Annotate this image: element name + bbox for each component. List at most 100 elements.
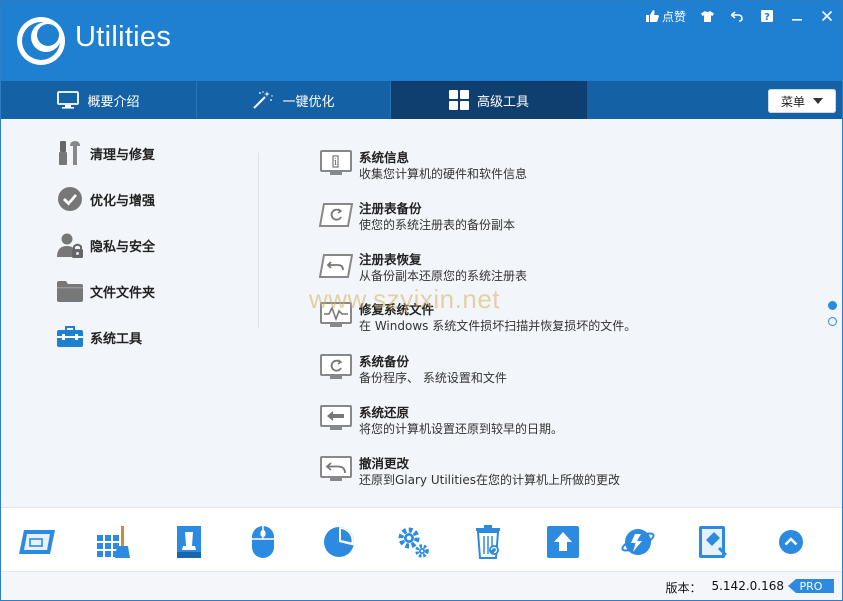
- version-label: 版本：: [665, 581, 702, 595]
- tab-overview-label: 概要介绍: [87, 94, 140, 110]
- tool-name: 注册表恢复: [359, 252, 422, 267]
- title-controls: 点赞 ?: [640, 1, 842, 31]
- back-button[interactable]: [722, 1, 752, 31]
- tab-one-click[interactable]: 一键优化: [197, 81, 391, 119]
- registry-cleaner-button[interactable]: [93, 522, 133, 562]
- planet-icon: [621, 529, 655, 555]
- category-clean-repair[interactable]: 清理与修复: [56, 138, 155, 168]
- menu-button[interactable]: 菜单: [768, 89, 836, 113]
- tool-description: 还原到Glary Utilities在您的计算机上所做的更改: [359, 473, 621, 487]
- magic-wand-icon: [253, 91, 274, 109]
- category-optimize[interactable]: 优化与增强: [56, 184, 155, 214]
- pie-chart-icon: [324, 527, 354, 557]
- gears-icon: [398, 527, 429, 558]
- tool-description: 在 Windows 系统文件损坏扫描并恢复损坏的文件。: [359, 319, 637, 333]
- version-info: 版本： 5.142.0.168: [665, 579, 784, 596]
- registry-restore-icon: [319, 254, 353, 278]
- tool-registry-backup[interactable]: 注册表备份 使您的系统注册表的备份副本: [319, 198, 799, 236]
- tool-description: 使您的系统注册表的备份副本: [359, 218, 516, 232]
- title-bar: Utilities 点赞 ?: [1, 1, 842, 81]
- help-button[interactable]: ?: [752, 1, 782, 31]
- category-privacy-label: 隐私与安全: [90, 239, 156, 255]
- minimize-button[interactable]: [782, 1, 812, 31]
- tool-description: 备份程序、 系统设置和文件: [359, 371, 507, 385]
- recycle-bin-icon: [476, 525, 500, 559]
- tool-registry-restore[interactable]: 注册表恢复 从备份副本还原您的系统注册表: [319, 249, 799, 287]
- mouse-icon: [252, 526, 274, 558]
- scroll-top-button[interactable]: [771, 522, 811, 562]
- tool-name: 系统信息: [359, 150, 410, 165]
- main-nav: 概要介绍 一键优化 高级工具: [1, 81, 842, 119]
- svg-text:?: ?: [764, 12, 770, 22]
- menu-label: 菜单: [780, 94, 805, 109]
- app-logo-icon: [17, 17, 65, 65]
- browser-assistant-button[interactable]: [618, 522, 658, 562]
- quick-tools-bar: [1, 507, 842, 571]
- undo-changes-icon: [320, 456, 352, 481]
- tab-overview[interactable]: 概要介绍: [1, 81, 197, 119]
- like-button[interactable]: 点赞: [640, 1, 692, 31]
- category-files[interactable]: 文件文件夹: [56, 276, 155, 306]
- page-dot-1[interactable]: [828, 301, 837, 310]
- disk-analysis-button[interactable]: [319, 522, 359, 562]
- scroll-up-icon: [779, 530, 803, 554]
- close-icon: [821, 10, 833, 22]
- shirt-icon: [700, 10, 714, 22]
- disk-repair-icon: [177, 526, 201, 558]
- disk-cleaner-button[interactable]: [17, 522, 57, 562]
- version-number: 5.142.0.168: [711, 579, 784, 593]
- app-window: Utilities 点赞 ? 概要介绍 一键优化 高级工具 菜单 清理与修复 优…: [0, 0, 843, 601]
- tool-system-backup[interactable]: 系统备份 备份程序、 系统设置和文件: [319, 351, 799, 389]
- user-lock-icon: [57, 233, 83, 258]
- brush-wrench-icon: [59, 141, 80, 165]
- system-restore-icon: [320, 405, 352, 430]
- tool-name: 系统备份: [359, 354, 410, 369]
- app-title: Utilities: [75, 21, 172, 53]
- skin-button[interactable]: [692, 1, 722, 31]
- like-label: 点赞: [661, 9, 686, 24]
- tool-name: 注册表备份: [359, 201, 422, 216]
- tool-system-info[interactable]: i 系统信息 收集您计算机的硬件和软件信息: [319, 147, 799, 185]
- settings-tools-button[interactable]: [393, 522, 433, 562]
- recycle-bin-button[interactable]: [468, 522, 508, 562]
- category-optimize-label: 优化与增强: [90, 193, 156, 209]
- pro-badge: PRO: [788, 579, 834, 593]
- help-icon: ?: [761, 10, 773, 22]
- disk-cleaner-icon: [19, 530, 55, 554]
- page-indicator: [828, 301, 837, 326]
- monitor-icon: [57, 91, 80, 109]
- toolbox-icon: [57, 326, 83, 347]
- folder-icon: [57, 281, 83, 302]
- tab-advanced-tools[interactable]: 高级工具: [391, 81, 587, 119]
- category-divider: [258, 153, 259, 328]
- tools-card-icon: [699, 526, 728, 558]
- system-info-icon: i: [320, 150, 352, 175]
- tool-undo-changes[interactable]: 撤消更改 还原到Glary Utilities在您的计算机上所做的更改: [319, 453, 799, 491]
- watermark: www.szyixin.net: [309, 284, 500, 314]
- tool-system-restore[interactable]: 系统还原 将您的计算机设置还原到较早的日期。: [319, 402, 799, 440]
- page-dot-2[interactable]: [828, 317, 837, 326]
- category-privacy[interactable]: 隐私与安全: [56, 230, 155, 260]
- thumbs-up-icon: [645, 10, 659, 22]
- tool-name: 撤消更改: [359, 456, 410, 471]
- status-bar: 版本： 5.142.0.168 PRO: [1, 571, 842, 600]
- tool-name: 系统还原: [359, 405, 410, 420]
- svg-text:i: i: [334, 158, 337, 168]
- undo-arrow-icon: [731, 10, 743, 22]
- minimize-icon: [792, 19, 802, 21]
- tab-one-click-label: 一键优化: [282, 94, 335, 110]
- mouse-button[interactable]: [243, 522, 283, 562]
- grid-icon: [448, 90, 469, 110]
- category-system-tools-label: 系统工具: [90, 331, 143, 347]
- upgrade-button[interactable]: [543, 522, 583, 562]
- disk-repair-button[interactable]: [169, 522, 209, 562]
- upload-icon: [547, 526, 579, 558]
- tools-card-button[interactable]: [693, 522, 733, 562]
- category-clean-repair-label: 清理与修复: [90, 147, 156, 163]
- tool-description: 收集您计算机的硬件和软件信息: [359, 167, 528, 181]
- close-button[interactable]: [812, 1, 842, 31]
- tool-description: 从备份副本还原您的系统注册表: [359, 269, 528, 283]
- checkmark-circle-icon: [58, 187, 82, 211]
- tab-advanced-tools-label: 高级工具: [476, 94, 529, 110]
- category-system-tools[interactable]: 系统工具: [56, 322, 142, 352]
